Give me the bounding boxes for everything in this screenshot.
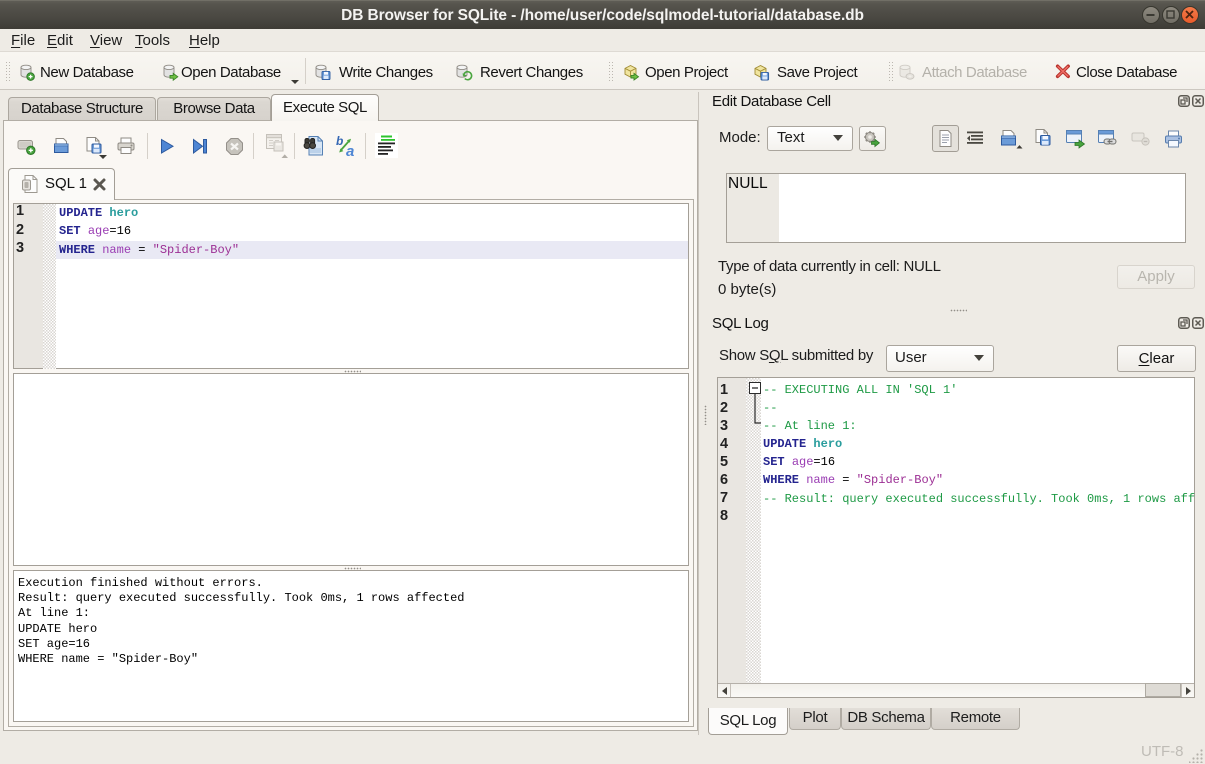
svg-text:b: b [336,134,343,148]
svg-text:a: a [346,143,354,158]
